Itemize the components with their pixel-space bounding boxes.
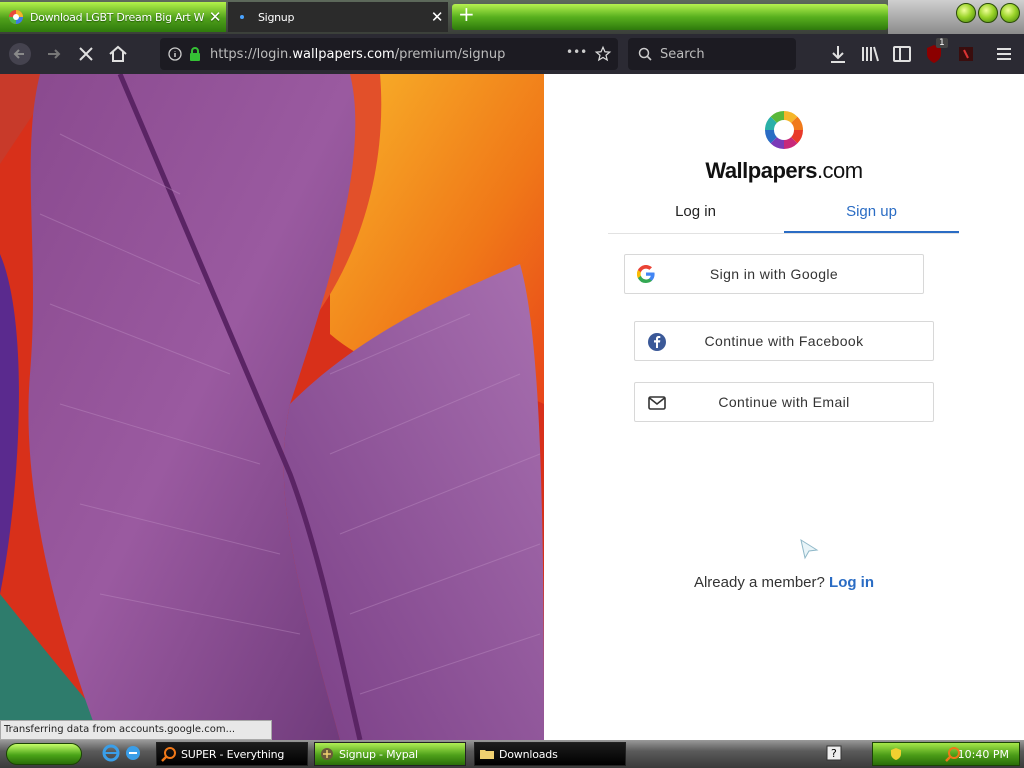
tab-signup[interactable]: Signup ✕ xyxy=(228,2,448,32)
bookmark-star-icon[interactable] xyxy=(594,45,612,63)
status-bar: Transferring data from accounts.google.c… xyxy=(0,720,272,740)
facebook-icon xyxy=(648,333,666,351)
wallpapers-logo-icon xyxy=(765,111,803,149)
home-icon[interactable] xyxy=(106,42,130,66)
google-icon xyxy=(637,265,655,283)
folder-icon xyxy=(480,750,494,759)
mouse-cursor-icon xyxy=(800,538,819,560)
system-tray: 10:40 PM xyxy=(872,742,1020,766)
wallpapers-favicon-icon xyxy=(9,10,23,24)
taskbar-item-downloads[interactable]: Downloads xyxy=(474,742,626,766)
url-text: https://login.wallpapers.com/premium/sig… xyxy=(210,46,506,62)
login-link[interactable]: Log in xyxy=(829,574,874,591)
new-tab-button[interactable]: + xyxy=(452,2,888,30)
lock-icon xyxy=(190,47,200,61)
forward-icon[interactable] xyxy=(42,42,66,66)
shield-tray-icon[interactable] xyxy=(889,747,903,761)
minimize-button[interactable] xyxy=(956,3,976,23)
search-bar[interactable]: Search xyxy=(628,38,796,70)
facebook-signin-button[interactable]: Continue with Facebook xyxy=(634,321,934,361)
email-client-icon[interactable] xyxy=(124,744,142,762)
back-icon[interactable] xyxy=(8,42,32,66)
tab-login[interactable]: Log in xyxy=(608,194,783,233)
auth-tabs: Log in Sign up xyxy=(608,194,959,234)
email-icon xyxy=(648,396,666,410)
search-placeholder: Search xyxy=(660,46,705,62)
taskbar: SUPER - Everything Signup - Mypal Downlo… xyxy=(0,740,1024,768)
email-button-label: Continue with Email xyxy=(718,394,850,410)
ublock-badge: 1 xyxy=(936,38,948,48)
plus-icon: + xyxy=(458,2,475,26)
magnifier-icon xyxy=(161,747,176,762)
url-bar[interactable]: https://login.wallpapers.com/premium/sig… xyxy=(160,38,618,70)
feather-hero-image xyxy=(0,74,544,740)
addon-icon[interactable] xyxy=(954,42,978,66)
google-signin-button[interactable]: Sign in with Google xyxy=(624,254,924,294)
tab-strip: Download LGBT Dream Big Art Wa ✕ Signup … xyxy=(0,0,1024,34)
google-button-label: Sign in with Google xyxy=(709,266,839,282)
window-controls xyxy=(888,0,1024,34)
brand-name: Wallpapers.com xyxy=(705,158,863,183)
help-icon[interactable]: ? xyxy=(826,745,842,761)
page-actions-icon[interactable]: ••• xyxy=(566,45,587,59)
facebook-button-label: Continue with Facebook xyxy=(704,333,864,349)
search-tray-icon[interactable] xyxy=(945,746,961,762)
clock: 10:40 PM xyxy=(957,747,1009,761)
page-content: Wallpapers.com Log in Sign up Sign in wi… xyxy=(0,74,1024,740)
info-icon[interactable] xyxy=(168,47,182,61)
search-icon xyxy=(638,47,652,61)
close-tab-icon[interactable]: ✕ xyxy=(426,8,448,26)
close-window-button[interactable] xyxy=(1000,3,1020,23)
sidebar-icon[interactable] xyxy=(890,42,914,66)
close-tab-icon[interactable]: ✕ xyxy=(204,8,226,26)
svg-text:?: ? xyxy=(831,747,837,760)
menu-icon[interactable] xyxy=(992,42,1016,66)
library-icon[interactable] xyxy=(858,42,882,66)
tab-title: Signup xyxy=(258,10,295,24)
start-button[interactable] xyxy=(6,743,82,765)
navigation-toolbar: https://login.wallpapers.com/premium/sig… xyxy=(0,34,1024,74)
signup-panel: Wallpapers.com Log in Sign up Sign in wi… xyxy=(544,74,1024,740)
taskbar-item-signup[interactable]: Signup - Mypal xyxy=(314,742,466,766)
taskbar-item-everything[interactable]: SUPER - Everything xyxy=(156,742,308,766)
browser-icon xyxy=(321,748,333,760)
download-icon[interactable] xyxy=(826,42,850,66)
ie-icon[interactable] xyxy=(102,744,120,762)
maximize-button[interactable] xyxy=(978,3,998,23)
tab-title: Download LGBT Dream Big Art Wa xyxy=(30,10,204,24)
already-member-text: Already a member? Log in xyxy=(693,574,875,591)
loading-dot-icon xyxy=(240,15,244,19)
tab-download-lgbt[interactable]: Download LGBT Dream Big Art Wa ✕ xyxy=(0,2,226,32)
tab-signup[interactable]: Sign up xyxy=(784,194,959,233)
email-signin-button[interactable]: Continue with Email xyxy=(634,382,934,422)
stop-icon[interactable] xyxy=(74,42,98,66)
